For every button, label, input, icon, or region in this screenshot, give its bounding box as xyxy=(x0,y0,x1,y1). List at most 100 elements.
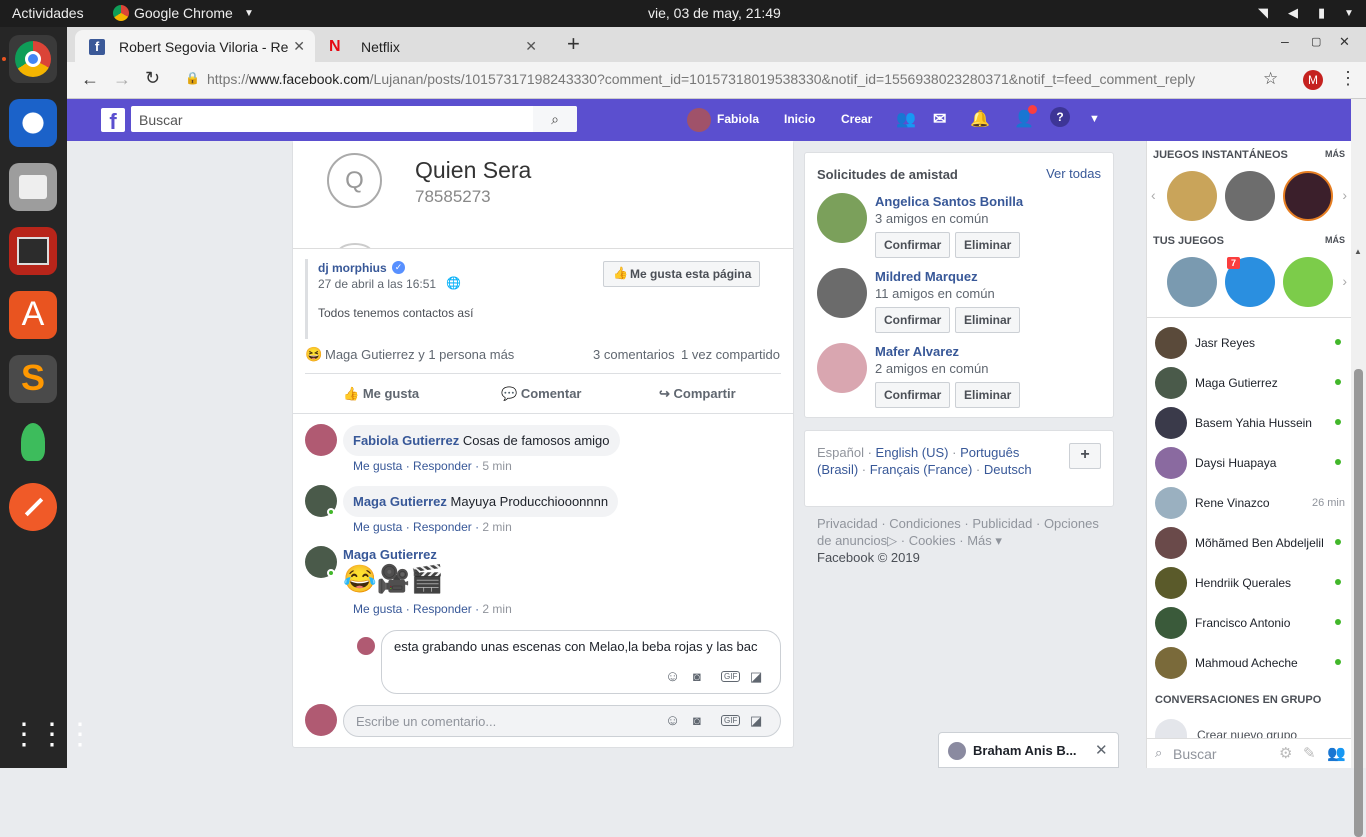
chat-contact[interactable]: Jasr Reyes xyxy=(1155,323,1345,363)
emoji-icon[interactable]: ☺ xyxy=(665,668,680,685)
avatar[interactable] xyxy=(817,343,867,393)
comment-like-link[interactable]: Me gusta xyxy=(353,459,402,473)
user-avatar[interactable] xyxy=(687,108,711,132)
profile-avatar[interactable]: M xyxy=(1303,70,1323,90)
menu-icon[interactable]: ⋮ xyxy=(1339,68,1357,89)
reload-icon[interactable]: ↻ xyxy=(145,68,160,89)
back-icon[interactable]: ← xyxy=(81,69,99,90)
close-window-icon[interactable]: ✕ xyxy=(1339,34,1350,50)
post-date[interactable]: 27 de abril a las 16:51 xyxy=(318,277,436,291)
avatar[interactable] xyxy=(817,268,867,318)
notifications-icon[interactable]: 🔔 xyxy=(970,109,990,129)
page-name[interactable]: dj morphius xyxy=(318,261,387,275)
reply-input[interactable]: esta grabando unas escenas con Melao,la … xyxy=(381,630,781,694)
shares-count[interactable]: 1 vez compartido xyxy=(681,347,780,362)
comment-reply-link[interactable]: Responder xyxy=(413,459,472,473)
thunderbird-icon[interactable] xyxy=(9,99,57,147)
mutual-friends[interactable]: 11 amigos en común xyxy=(875,286,995,301)
chevron-left-icon[interactable]: ‹ xyxy=(1151,187,1156,203)
nav-home[interactable]: Inicio xyxy=(784,112,815,126)
footer-link[interactable]: Privacidad xyxy=(817,516,878,531)
close-chat-icon[interactable]: ✕ xyxy=(1095,741,1108,759)
mutual-friends[interactable]: 2 amigos en común xyxy=(875,361,988,376)
comment-like-link[interactable]: Me gusta xyxy=(353,520,402,534)
tab-netflix[interactable]: N Netflix ✕ xyxy=(317,30,547,62)
comment-reply-link[interactable]: Responder xyxy=(413,602,472,616)
new-group-icon[interactable]: 👥 xyxy=(1327,744,1346,762)
scrollbar-thumb[interactable] xyxy=(1354,369,1363,837)
files-icon[interactable] xyxy=(9,163,57,211)
comment-time[interactable]: 2 min xyxy=(482,520,511,534)
more-games-link[interactable]: MÁS xyxy=(1325,149,1345,159)
clock[interactable]: vie, 03 de may, 21:49 xyxy=(648,5,781,21)
confirm-button[interactable]: Confirmar xyxy=(875,232,951,258)
comment-like-link[interactable]: Me gusta xyxy=(353,602,402,616)
tab-facebook[interactable]: f Robert Segovia Viloria - Re ✕ xyxy=(75,30,315,62)
comment-author[interactable]: Maga Gutierrez xyxy=(343,547,437,562)
comment-reply-link[interactable]: Responder xyxy=(413,520,472,534)
sticker-icon[interactable]: ◪ xyxy=(750,713,762,729)
chat-search-input[interactable]: Buscar xyxy=(1173,746,1217,762)
search-input[interactable]: Buscar xyxy=(131,106,577,132)
request-name[interactable]: Mafer Alvarez xyxy=(875,344,959,359)
game-thumbnail[interactable] xyxy=(1167,257,1217,307)
bookmark-star-icon[interactable]: ☆ xyxy=(1263,69,1278,89)
footer-link[interactable]: Publicidad xyxy=(972,516,1032,531)
lock-icon[interactable]: 🔒 xyxy=(185,71,200,85)
comment-input[interactable]: Escribe un comentario... ☺ ◙ GIF ◪ xyxy=(343,705,781,737)
avatar[interactable] xyxy=(817,193,867,243)
activities-button[interactable]: Actividades xyxy=(12,5,84,21)
mutual-friends[interactable]: 3 amigos en común xyxy=(875,211,988,226)
request-name[interactable]: Mildred Marquez xyxy=(875,269,978,284)
page-scrollbar[interactable]: ▲ xyxy=(1351,99,1366,837)
post-image[interactable]: Q Quien Sera 78585273 xyxy=(293,141,793,249)
search-icon[interactable]: ⌕ xyxy=(533,106,577,132)
confirm-button[interactable]: Confirmar xyxy=(875,382,951,408)
chat-contact[interactable]: Rene Vinazco 26 min xyxy=(1155,483,1345,523)
footer-link[interactable]: Más xyxy=(967,533,992,548)
nav-create[interactable]: Crear xyxy=(841,112,872,126)
chat-contact[interactable]: Daysi Huapaya xyxy=(1155,443,1345,483)
account-menu-icon[interactable]: ▼ xyxy=(1089,113,1100,125)
gif-icon[interactable]: GIF xyxy=(721,671,741,682)
footer-link[interactable]: Cookies xyxy=(909,533,956,548)
footer-link[interactable]: Condiciones xyxy=(889,516,961,531)
chat-contact[interactable]: Mõhãmed Ben Abdeljelil xyxy=(1155,523,1345,563)
facebook-logo-icon[interactable]: f xyxy=(101,108,125,134)
friends-icon[interactable]: 👥 xyxy=(896,109,916,129)
camera-icon[interactable]: ◙ xyxy=(693,669,701,684)
minimize-icon[interactable]: – xyxy=(1281,33,1289,49)
like-page-button[interactable]: 👍 Me gusta esta página xyxy=(603,261,761,287)
comment-button[interactable]: 💬 Comentar xyxy=(501,386,582,402)
chevron-right-icon[interactable]: › xyxy=(1342,187,1347,203)
comment-time[interactable]: 2 min xyxy=(482,602,511,616)
delete-button[interactable]: Eliminar xyxy=(955,382,1021,408)
volume-icon[interactable]: ◀ xyxy=(1288,5,1298,21)
forward-icon[interactable]: → xyxy=(113,69,131,90)
game-thumbnail[interactable] xyxy=(1167,171,1217,221)
show-apps-icon[interactable]: ⋮⋮⋮ xyxy=(9,713,95,761)
language-link[interactable]: English (US) xyxy=(876,445,949,460)
profile-link[interactable]: Fabiola xyxy=(717,112,759,126)
chat-contact[interactable]: Mahmoud Acheche xyxy=(1155,643,1345,683)
help-icon[interactable]: ? xyxy=(1050,107,1070,127)
see-all-link[interactable]: Ver todas xyxy=(1046,166,1101,181)
more-your-games-link[interactable]: MÁS xyxy=(1325,235,1345,245)
like-button[interactable]: 👍 Me gusta xyxy=(343,386,419,402)
chevron-right-icon[interactable]: › xyxy=(1342,273,1347,289)
compose-icon[interactable]: ✎ xyxy=(1303,744,1316,762)
chat-contact[interactable]: Basem Yahia Hussein xyxy=(1155,403,1345,443)
settings-icon[interactable]: ⚙ xyxy=(1279,744,1292,762)
add-language-button[interactable]: + xyxy=(1069,443,1101,469)
close-tab-icon[interactable]: ✕ xyxy=(525,38,537,55)
postman-icon[interactable] xyxy=(9,483,57,531)
chat-contact[interactable]: Francisco Antonio xyxy=(1155,603,1345,643)
battery-icon[interactable]: ▮ xyxy=(1318,5,1325,21)
pet-rescue-thumbnail[interactable] xyxy=(1283,257,1333,307)
software-center-icon[interactable]: A xyxy=(9,291,57,339)
confirm-button[interactable]: Confirmar xyxy=(875,307,951,333)
wifi-icon[interactable]: ◥ xyxy=(1258,5,1268,21)
app-menu[interactable]: Google Chrome xyxy=(134,5,233,21)
camera-icon[interactable]: ◙ xyxy=(693,713,701,728)
messenger-icon[interactable]: ✉ xyxy=(933,109,946,129)
